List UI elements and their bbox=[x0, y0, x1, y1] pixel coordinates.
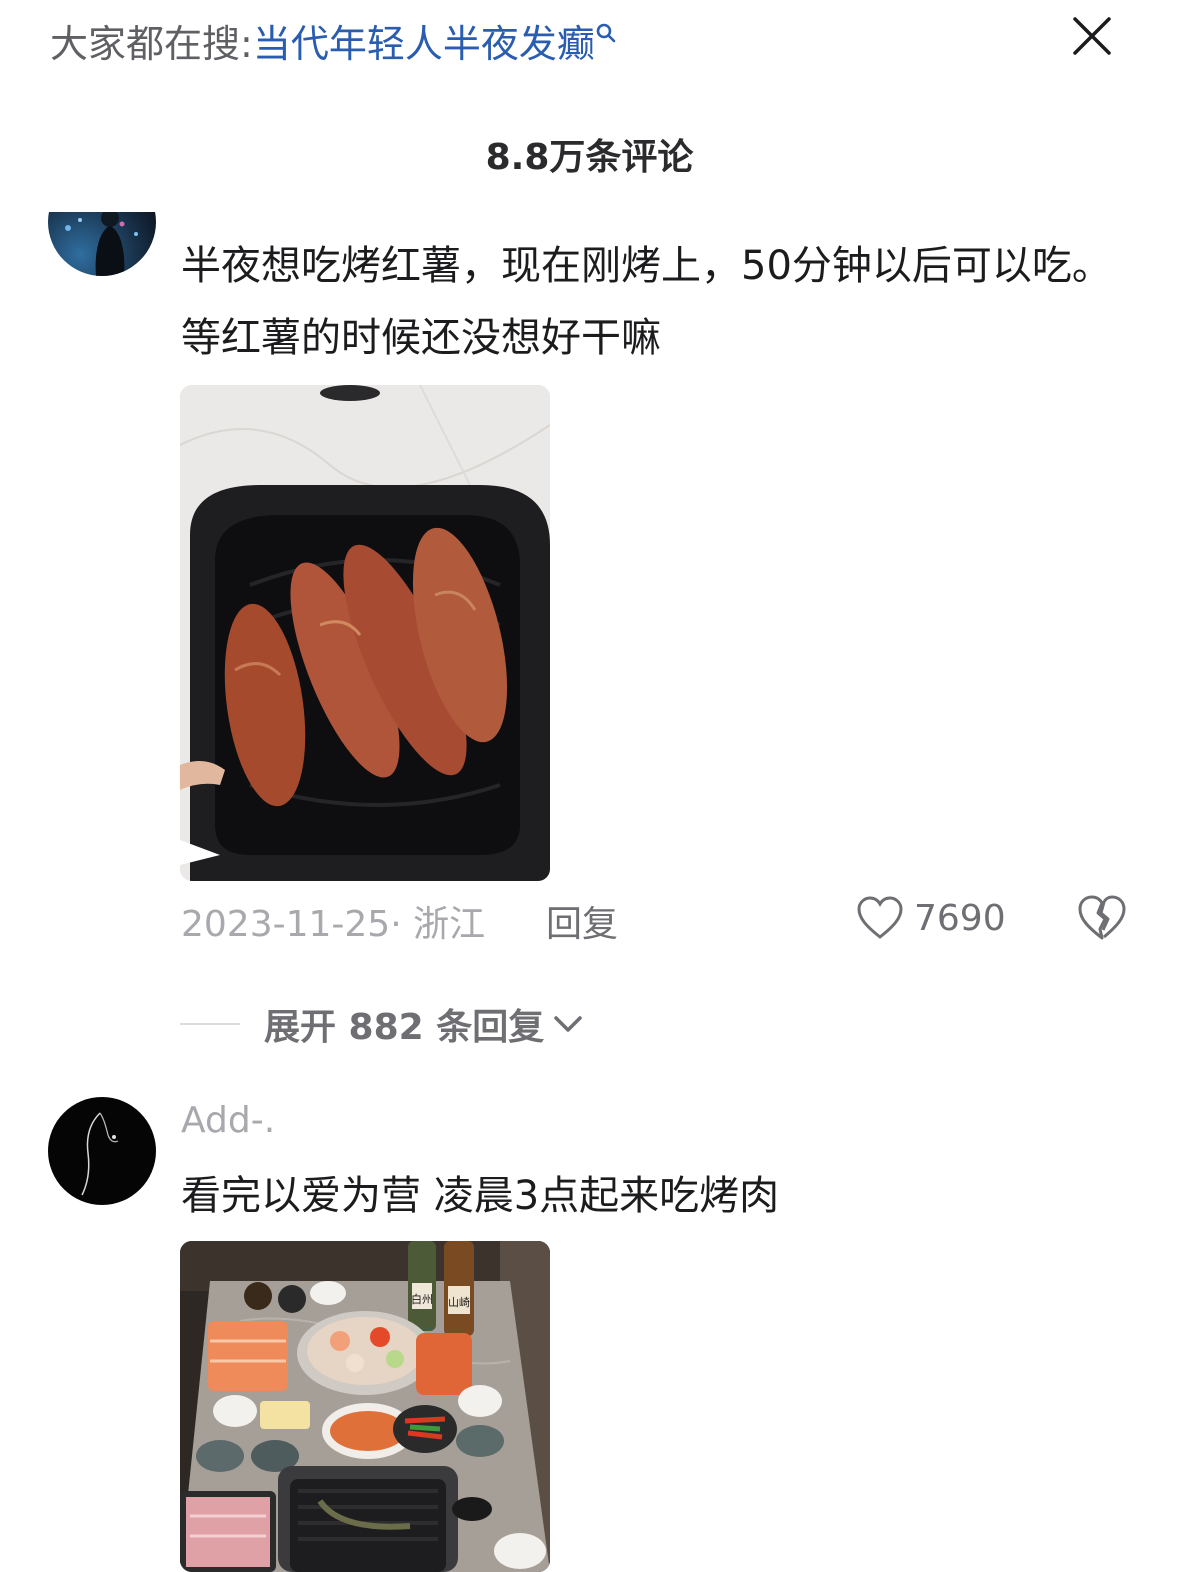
bottle-label: 白州 bbox=[411, 1292, 433, 1306]
chevron-down-icon bbox=[554, 1016, 582, 1032]
bbq-table-photo: 白州 山崎 bbox=[180, 1241, 550, 1572]
avatar-crop-mask bbox=[40, 150, 170, 212]
trending-search-query[interactable]: 当代年轻人半夜发癫 bbox=[253, 22, 595, 66]
comment-text: 半夜想吃烤红薯，现在刚烤上，50分钟以后可以吃。等红薯的时候还没想好干嘛 bbox=[181, 243, 1112, 361]
search-icon bbox=[596, 23, 616, 43]
avatar[interactable] bbox=[48, 1097, 156, 1205]
close-button[interactable] bbox=[1066, 10, 1118, 62]
broken-heart-icon bbox=[1078, 895, 1126, 940]
comment-count-title: 8.8万条评论 bbox=[485, 137, 694, 178]
avatar-image bbox=[81, 1112, 119, 1196]
like-count: 7690 bbox=[914, 897, 1006, 939]
sweet-potato-air-fryer-photo bbox=[180, 385, 550, 881]
expand-replies-button[interactable]: 展开 882 条回复 bbox=[180, 998, 584, 1050]
comment-username[interactable]: Add-. bbox=[181, 1100, 275, 1141]
heart-icon bbox=[857, 896, 903, 939]
comment-photo-bbq-feast[interactable]: 白州 山崎 bbox=[180, 1241, 550, 1572]
close-icon bbox=[1073, 17, 1111, 55]
reply-button[interactable]: 回复 bbox=[546, 895, 618, 947]
trending-search-prefix: 大家都在搜: bbox=[50, 22, 253, 66]
comment-text: 看完以爱为营 凌晨3点起来吃烤肉 bbox=[181, 1173, 780, 1219]
divider-line bbox=[180, 1023, 240, 1025]
like-button[interactable]: 7690 bbox=[856, 893, 1006, 943]
expand-replies-label: 展开 882 条回复 bbox=[264, 1007, 545, 1048]
bottle-label: 山崎 bbox=[448, 1295, 470, 1309]
dislike-button[interactable] bbox=[1076, 893, 1128, 943]
comment-meta: 2023-11-25· 浙江 bbox=[181, 904, 486, 945]
comment-photo-sweet-potatoes[interactable] bbox=[180, 385, 550, 881]
trending-search-bar[interactable]: 大家都在搜:当代年轻人半夜发癫 bbox=[50, 18, 617, 70]
